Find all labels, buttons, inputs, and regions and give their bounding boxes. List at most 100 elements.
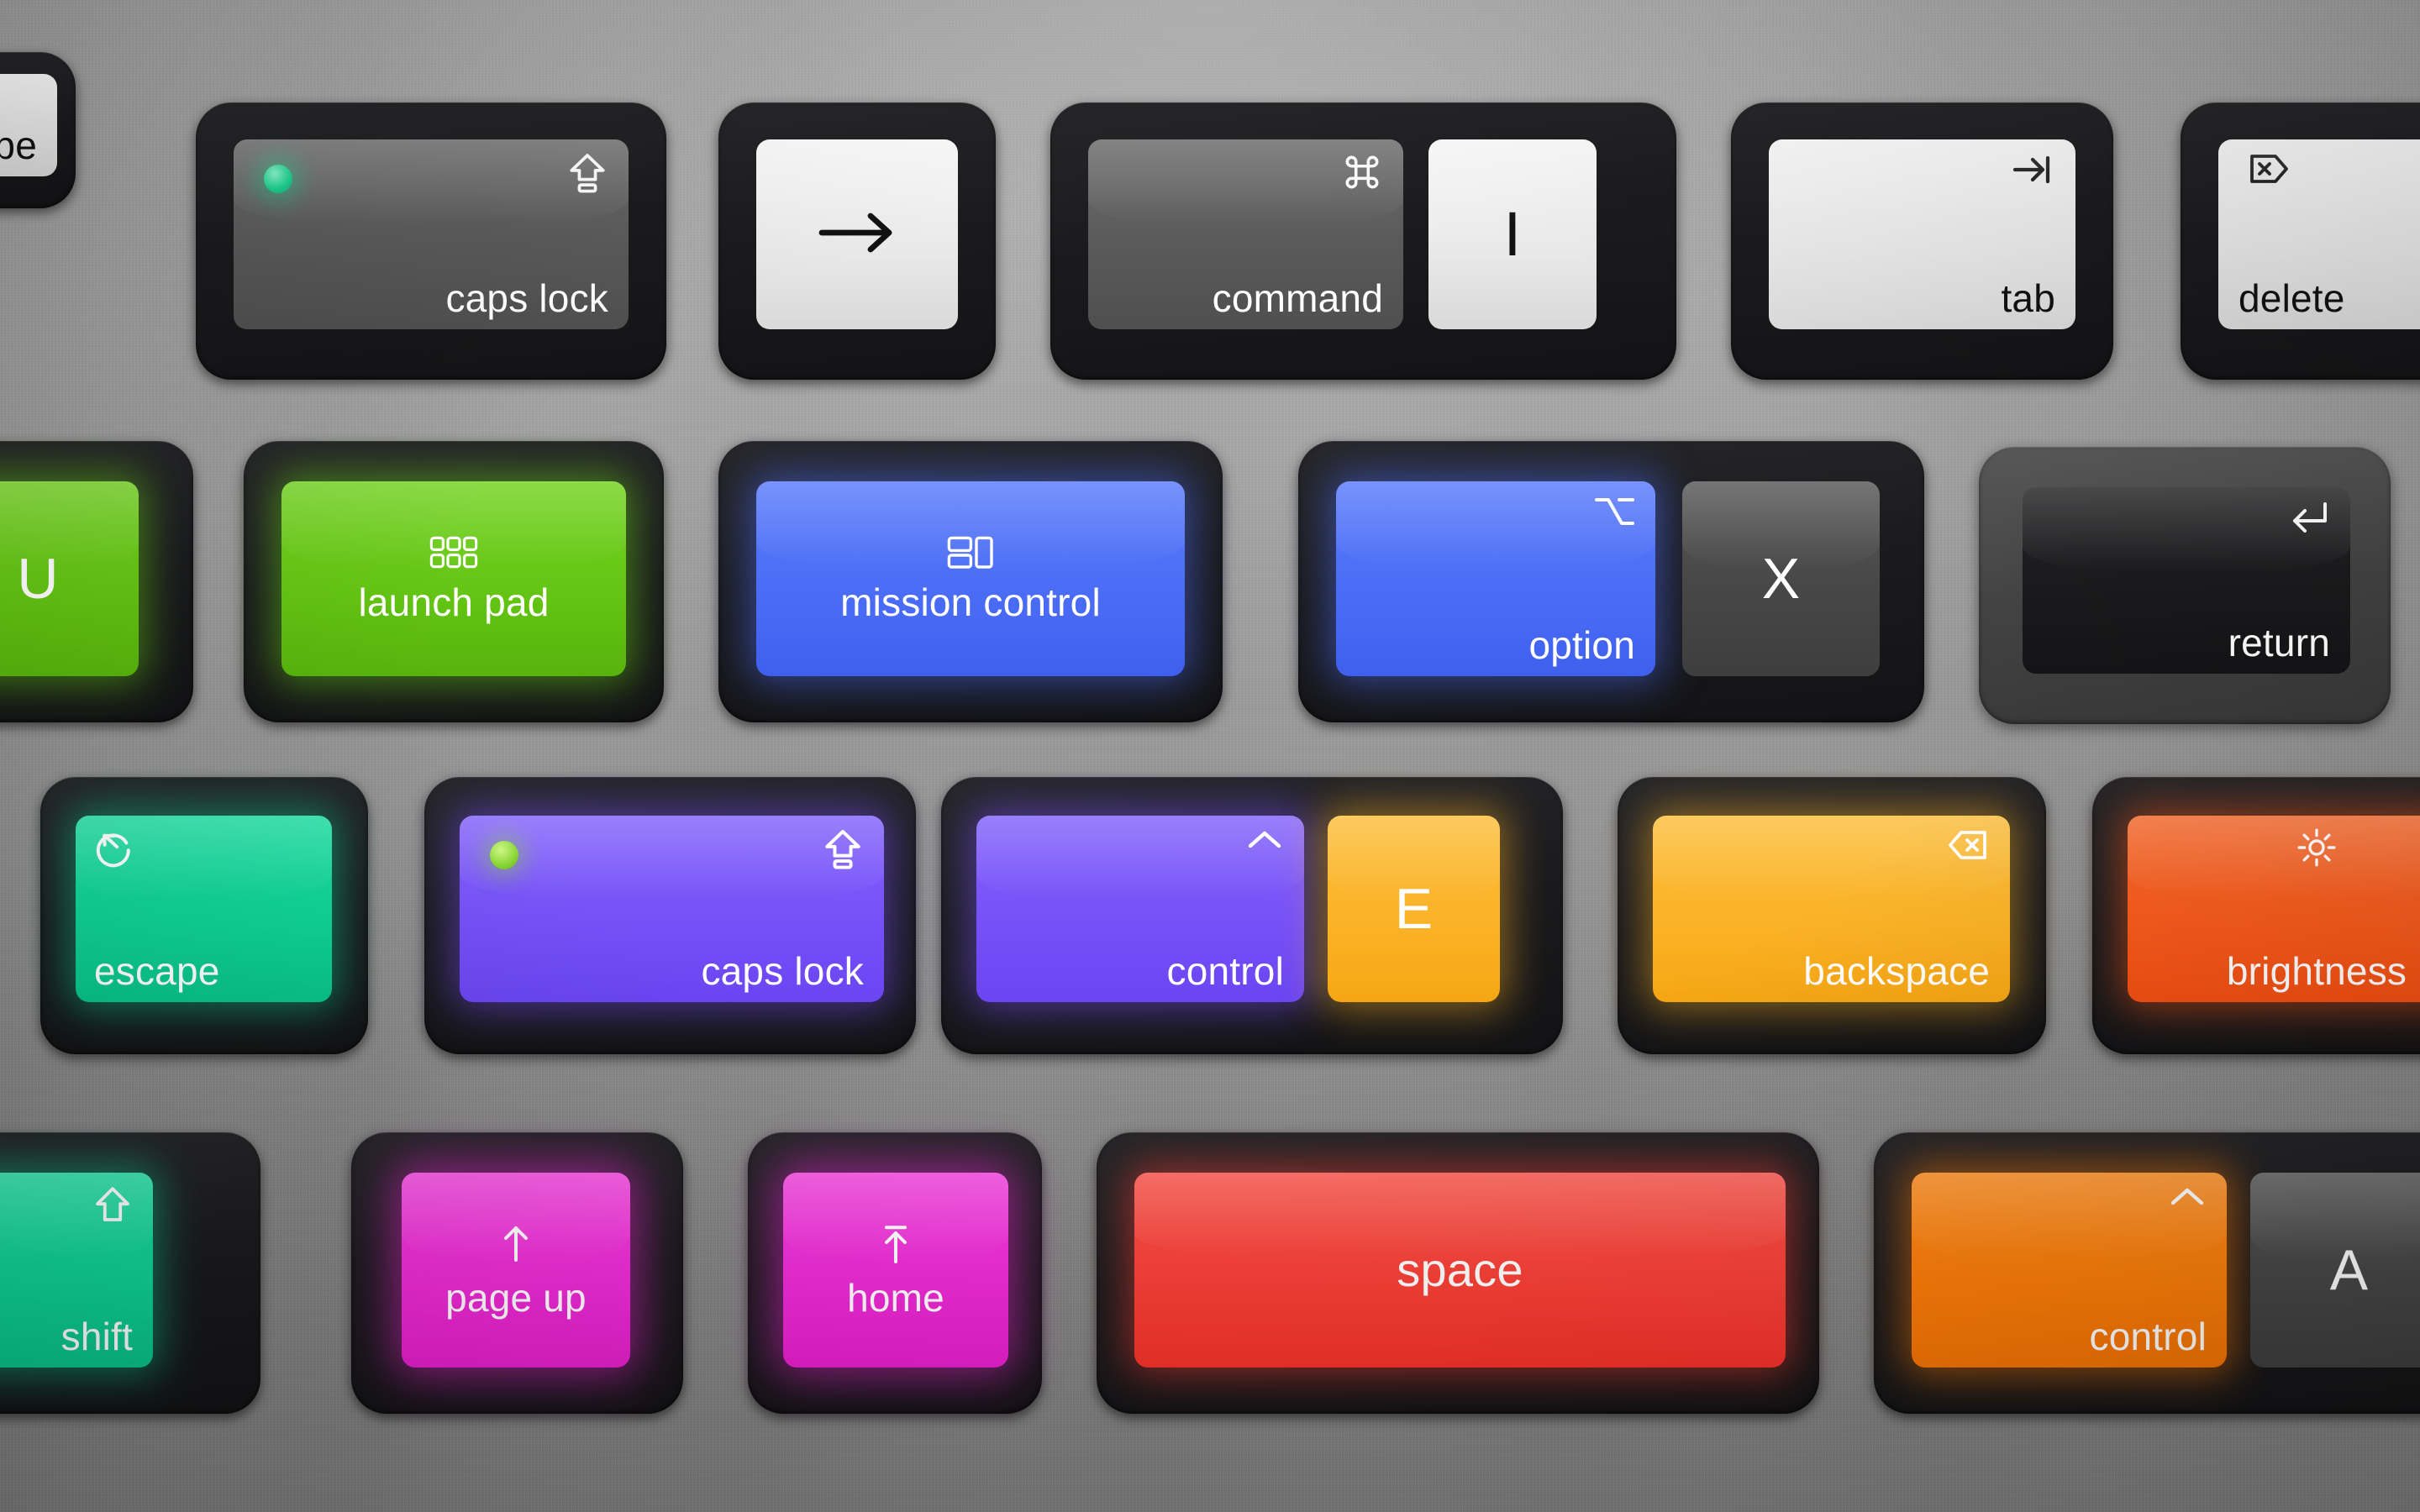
key-housing-shift[interactable]: shift — [0, 1132, 260, 1414]
escape-circle-icon — [94, 827, 312, 893]
key-letter-a[interactable]: A — [2250, 1173, 2420, 1381]
tab-icon — [1789, 151, 2055, 218]
key-housing-right-arrow[interactable] — [718, 102, 996, 380]
key-housing-option-and-x[interactable]: option X — [1298, 441, 1924, 722]
key-cap[interactable]: brightness — [2128, 816, 2420, 1002]
key-label: tab — [2001, 276, 2055, 320]
key-cap[interactable]: A — [2250, 1173, 2420, 1368]
key-housing-control-and-e[interactable]: control E — [941, 777, 1563, 1054]
key-cap[interactable]: control — [1912, 1173, 2227, 1368]
key-cap[interactable]: command — [1088, 139, 1403, 329]
key-mission-control[interactable]: mission control — [756, 481, 1185, 690]
key-label: X — [1761, 547, 1801, 611]
key-label: control — [2089, 1315, 2207, 1358]
glyph-none — [0, 86, 37, 118]
key-housing-caps-lock-gray[interactable]: caps lock — [196, 102, 666, 380]
key-housing-return[interactable]: return — [1979, 447, 2391, 724]
key-cap[interactable]: I — [1428, 139, 1597, 329]
key-label: E — [1394, 877, 1434, 941]
key-housing-letter-u[interactable]: U — [0, 441, 193, 722]
key-cap[interactable]: delete — [2218, 139, 2420, 329]
keyboard-surface: pe caps lock command I tab delete U laun… — [0, 0, 2420, 1512]
key-cap[interactable]: backspace — [1653, 816, 2010, 1002]
key-housing-backspace[interactable]: backspace — [1618, 777, 2046, 1054]
key-housing-launch-pad[interactable]: launch pad — [244, 441, 664, 722]
sun-icon — [2148, 827, 2420, 893]
key-brightness[interactable]: brightness — [2128, 816, 2420, 1016]
key-label: caps lock — [701, 949, 864, 993]
key-cap[interactable]: pe — [0, 74, 57, 176]
key-label: control — [1166, 949, 1284, 993]
key-backspace[interactable]: backspace — [1653, 816, 2010, 1016]
key-cap[interactable]: E — [1328, 816, 1500, 1002]
key-label: command — [1212, 276, 1383, 320]
key-label: backspace — [1803, 949, 1990, 993]
key-housing-tab[interactable]: tab — [1731, 102, 2113, 380]
key-cap[interactable]: shift — [0, 1173, 153, 1368]
key-cap[interactable]: home — [783, 1173, 1008, 1368]
key-housing-home[interactable]: home — [748, 1132, 1042, 1414]
key-housing-caps-lock-purple[interactable]: caps lock — [424, 777, 916, 1054]
arrow-right-icon — [815, 209, 899, 260]
key-cap[interactable]: caps lock — [460, 816, 884, 1002]
key-cap[interactable]: option — [1336, 481, 1655, 676]
key-housing-control-and-a[interactable]: control A — [1874, 1132, 2420, 1414]
key-housing-command-and-i[interactable]: command I — [1050, 102, 1676, 380]
capslock-icon — [480, 827, 864, 893]
key-option[interactable]: option — [1336, 481, 1655, 690]
key-escape-partial[interactable]: pe — [0, 74, 57, 190]
key-cap[interactable]: space — [1134, 1173, 1786, 1368]
key-cap[interactable]: X — [1682, 481, 1880, 676]
key-caps-lock-gray[interactable]: caps lock — [234, 139, 629, 343]
key-letter-u[interactable]: U — [0, 481, 139, 690]
key-cap[interactable]: return — [2023, 487, 2350, 674]
key-cap[interactable]: escape — [76, 816, 332, 1002]
key-housing-delete[interactable]: delete — [2181, 102, 2420, 380]
key-caps-lock-purple[interactable]: caps lock — [460, 816, 884, 1016]
key-housing-escape[interactable]: escape — [40, 777, 368, 1054]
key-label: option — [1528, 623, 1635, 667]
arrow-up-icon — [422, 1223, 610, 1265]
key-home[interactable]: home — [783, 1173, 1008, 1381]
key-label: U — [17, 547, 59, 611]
key-escape[interactable]: escape — [76, 816, 332, 1016]
key-right-arrow[interactable] — [756, 139, 958, 343]
command-icon — [1108, 151, 1383, 218]
key-letter-x[interactable]: X — [1682, 481, 1880, 690]
key-command[interactable]: command — [1088, 139, 1403, 343]
key-letter-i[interactable]: I — [1428, 139, 1597, 343]
key-cap[interactable]: page up — [402, 1173, 630, 1368]
key-cap[interactable]: U — [0, 481, 139, 676]
key-housing-brightness[interactable]: brightness — [2092, 777, 2420, 1054]
key-housing-space[interactable]: space — [1097, 1132, 1819, 1414]
shift-icon — [0, 1184, 133, 1253]
key-housing-escape-partial[interactable]: pe — [0, 52, 76, 208]
key-label: mission control — [840, 580, 1101, 624]
key-cap[interactable]: caps lock — [234, 139, 629, 329]
key-label: pe — [0, 123, 37, 167]
key-cap[interactable]: control — [976, 816, 1304, 1002]
key-cap[interactable]: tab — [1769, 139, 2075, 329]
key-label: caps lock — [445, 276, 608, 320]
key-page-up[interactable]: page up — [402, 1173, 630, 1381]
key-return[interactable]: return — [2023, 487, 2350, 687]
key-label: launch pad — [358, 580, 550, 624]
key-control-orange[interactable]: control — [1912, 1173, 2227, 1381]
key-tab[interactable]: tab — [1769, 139, 2075, 343]
key-letter-e[interactable]: E — [1328, 816, 1500, 1016]
key-control-purple[interactable]: control — [976, 816, 1304, 1016]
home-arrow-icon — [803, 1223, 988, 1265]
key-label: space — [1397, 1243, 1523, 1296]
key-housing-page-up[interactable]: page up — [351, 1132, 683, 1414]
control-icon — [997, 827, 1284, 893]
key-cap[interactable]: mission control — [756, 481, 1185, 676]
key-cap[interactable] — [756, 139, 958, 329]
key-cap[interactable]: launch pad — [281, 481, 626, 676]
key-housing-mission-control[interactable]: mission control — [718, 441, 1223, 722]
key-delete[interactable]: delete — [2218, 139, 2420, 343]
key-space[interactable]: space — [1134, 1173, 1786, 1381]
launchpad-grid-icon — [302, 536, 606, 570]
mission-control-icon — [776, 536, 1165, 570]
key-shift[interactable]: shift — [0, 1173, 153, 1381]
key-launch-pad[interactable]: launch pad — [281, 481, 626, 690]
